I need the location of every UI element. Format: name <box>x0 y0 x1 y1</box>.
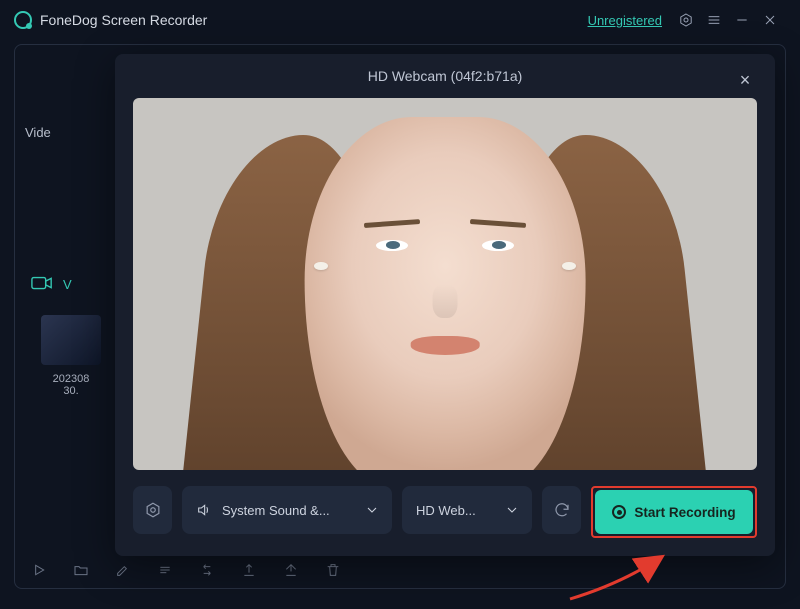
tab-video[interactable]: V <box>63 277 72 292</box>
audio-source-dropdown[interactable]: System Sound &... <box>182 486 392 534</box>
trash-icon[interactable] <box>325 562 341 578</box>
webcam-modal: HD Webcam (04f2:b71a) × System Sound &..… <box>115 54 775 556</box>
chevron-down-icon <box>504 502 520 518</box>
file-name-line2: 30. <box>31 385 111 397</box>
upload-icon[interactable] <box>241 562 257 578</box>
audio-source-label: System Sound &... <box>222 503 330 518</box>
mode-label-left: Vide <box>25 125 51 140</box>
app-header: FoneDog Screen Recorder Unregistered <box>0 0 800 40</box>
share-icon[interactable] <box>283 562 299 578</box>
rename-icon[interactable] <box>157 562 173 578</box>
camera-icon <box>31 275 53 294</box>
minimize-icon[interactable] <box>728 6 756 34</box>
start-recording-highlight: Start Recording <box>591 486 757 538</box>
modal-title: HD Webcam (04f2:b71a) <box>368 68 523 84</box>
thumbnail-icon <box>41 315 101 365</box>
folder-icon[interactable] <box>73 562 89 578</box>
play-icon[interactable] <box>31 562 47 578</box>
speaker-icon <box>196 502 212 518</box>
gear-icon[interactable] <box>133 486 172 534</box>
refresh-icon[interactable] <box>542 486 581 534</box>
close-icon[interactable]: × <box>733 68 757 92</box>
file-name-line1: 202308 <box>31 373 111 385</box>
webcam-preview <box>133 98 757 470</box>
file-item[interactable]: 202308 30. <box>31 315 111 397</box>
camera-source-dropdown[interactable]: HD Web... <box>402 486 532 534</box>
record-icon <box>612 505 626 519</box>
app-title: FoneDog Screen Recorder <box>40 12 207 28</box>
unregistered-link[interactable]: Unregistered <box>588 13 662 28</box>
modal-controls: System Sound &... HD Web... Start Record… <box>133 486 757 538</box>
app-logo-icon <box>14 11 32 29</box>
start-recording-label: Start Recording <box>634 505 735 520</box>
camera-source-label: HD Web... <box>416 503 476 518</box>
convert-icon[interactable] <box>199 562 215 578</box>
close-window-icon[interactable] <box>756 6 784 34</box>
chevron-down-icon <box>364 502 380 518</box>
menu-icon[interactable] <box>700 6 728 34</box>
bottom-toolbar <box>31 562 769 578</box>
edit-icon[interactable] <box>115 562 131 578</box>
settings-icon[interactable] <box>672 6 700 34</box>
start-recording-button[interactable]: Start Recording <box>595 490 753 534</box>
